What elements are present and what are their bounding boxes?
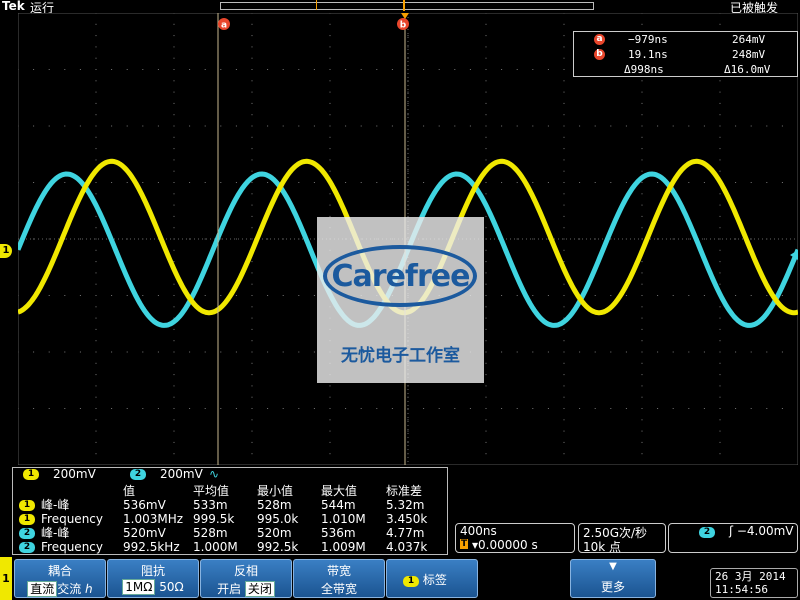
date-time: 26 3月 2014 11:54:56: [710, 568, 798, 598]
meas-row-value: 528m: [193, 526, 228, 540]
label-title: 标签: [422, 573, 447, 587]
cursor-delta-time: Δ998ns: [624, 63, 664, 76]
cursor-delta-volt: Δ16.0mV: [724, 63, 771, 76]
ch1-scale-badge: 1: [23, 469, 39, 480]
meas-header-min: 最小值: [257, 484, 294, 498]
invert-off-option[interactable]: 关闭: [244, 581, 275, 597]
cursor-a-marker-label: a: [221, 21, 227, 31]
meas-row-value: 536mV: [123, 498, 166, 512]
impedance-button[interactable]: 阻抗 1MΩ 50Ω: [107, 559, 199, 598]
cursor-readout: a −979ns 264mV b 19.1ns 248mV Δ998ns Δ16…: [573, 31, 798, 77]
tek-logo: Tek: [2, 0, 25, 13]
measurement-table: 值 平均值 最小值 最大值 标准差 1 峰-峰 536mV 533m 528m 544m 5…: [12, 481, 448, 555]
horizontal-readout[interactable]: 400ns T ▾0.00000 s: [455, 523, 575, 553]
meas-row-channel-badge: 1: [19, 500, 35, 511]
time: 11:54:56: [715, 583, 768, 596]
meas-row-value: 520m: [257, 526, 292, 540]
trigger-source-badge: 2: [699, 527, 715, 538]
meas-row-value: 999.5k: [193, 512, 235, 526]
impedance-title: 阻抗: [140, 564, 165, 578]
meas-row-value: 533m: [193, 498, 228, 512]
cursor-b-volt: 248mV: [732, 48, 766, 61]
vertical-scale-readout[interactable]: 1 200mV 2 200mV ∿: [12, 467, 448, 481]
record-trigger-marker: [316, 0, 317, 10]
menu-channel-tab: 1: [0, 557, 12, 600]
meas-row-value: 544m: [321, 498, 356, 512]
impedance-50-option[interactable]: 50Ω: [159, 580, 183, 594]
trigger-readout[interactable]: 2 ʃ −4.00mV: [668, 523, 798, 553]
meas-row-value: 1.009M: [321, 540, 366, 554]
meas-row-name: Frequency: [41, 540, 103, 554]
more-button[interactable]: 更多 ▼: [570, 559, 656, 598]
meas-row-channel-badge: 1: [19, 514, 35, 525]
record-window-marker: [403, 0, 405, 11]
meas-row-value: 1.010M: [321, 512, 366, 526]
label-channel-badge: 1: [403, 576, 419, 587]
bandwidth-title: 带宽: [326, 564, 351, 578]
trigger-position-icon-small: T: [460, 539, 469, 549]
meas-row-value: 992.5k: [257, 540, 299, 554]
meas-row-value: 995.0k: [257, 512, 299, 526]
watermark-subtitle: 无忧电子工作室: [341, 346, 460, 366]
meas-row-value: 3.450k: [386, 512, 428, 526]
meas-row-channel-badge: 2: [19, 528, 35, 539]
impedance-1m-option[interactable]: 1MΩ: [122, 579, 156, 595]
coupling-dc-option[interactable]: 直流: [27, 581, 58, 597]
meas-row-name: 峰-峰: [41, 498, 70, 512]
meas-row-name: Frequency: [41, 512, 103, 526]
invert-title: 反相: [233, 564, 258, 578]
bandwidth-value: 全带宽: [320, 582, 357, 596]
meas-row-value: 1.003MHz: [123, 512, 184, 526]
meas-row-value: 4.037k: [386, 540, 428, 554]
more-title: 更多: [600, 580, 625, 594]
bandwidth-button[interactable]: 带宽 全带宽: [293, 559, 385, 598]
cursor-b-time: 19.1ns: [628, 48, 668, 61]
meas-row-value: 992.5kHz: [123, 540, 180, 554]
horizontal-position: ▾0.00000 s: [472, 538, 538, 552]
ch2-scale-badge: 2: [130, 469, 146, 480]
meas-row-value: 528m: [257, 498, 292, 512]
bandwidth-limit-icon: ∿: [209, 467, 220, 481]
watermark: Carefree 无忧电子工作室: [317, 217, 484, 383]
meas-row-value: 5.32m: [386, 498, 425, 512]
cursor-b-badge: b: [594, 49, 605, 60]
acquisition-readout[interactable]: 2.50G次/秒 10k 点: [578, 523, 666, 554]
date: 26 3月 2014: [715, 570, 786, 583]
meas-row-value: 1.000M: [193, 540, 238, 554]
meas-header-max: 最大值: [321, 484, 358, 498]
ch1-scale: 200mV: [53, 467, 96, 481]
meas-header-value: 值: [123, 484, 136, 498]
timebase-value: 400ns: [460, 524, 497, 538]
meas-header-mean: 平均值: [193, 484, 230, 498]
meas-row-value: 4.77m: [386, 526, 425, 540]
cursor-a-badge: a: [594, 34, 605, 45]
cursor-b-marker-label: b: [400, 21, 407, 31]
coupling-gnd-icon[interactable]: ℎ: [85, 582, 93, 596]
meas-header-stddev: 标准差: [386, 484, 423, 498]
more-arrow-icon: ▼: [609, 561, 617, 572]
invert-button[interactable]: 反相 开启 关闭: [200, 559, 292, 598]
coupling-ac-option[interactable]: 交流: [57, 582, 81, 596]
coupling-button[interactable]: 耦合 直流 交流 ℎ: [14, 559, 106, 598]
cursor-a-time: −979ns: [628, 33, 668, 46]
ch2-scale: 200mV: [160, 467, 203, 481]
record-length: 10k 点: [583, 540, 622, 554]
meas-row-channel-badge: 2: [19, 542, 35, 553]
watermark-brand: Carefree: [331, 259, 471, 294]
meas-row-value: 536m: [321, 526, 356, 540]
coupling-title: 耦合: [47, 564, 72, 578]
record-view-bar: [220, 2, 594, 10]
cursor-a-volt: 264mV: [732, 33, 766, 46]
ch1-ground-marker[interactable]: 1: [0, 244, 12, 258]
meas-row-value: 520mV: [123, 526, 166, 540]
trigger-level: ʃ −4.00mV: [729, 524, 794, 538]
invert-on-option[interactable]: 开启: [217, 582, 241, 596]
label-button[interactable]: 1 标签: [386, 559, 478, 598]
meas-row-name: 峰-峰: [41, 526, 70, 540]
